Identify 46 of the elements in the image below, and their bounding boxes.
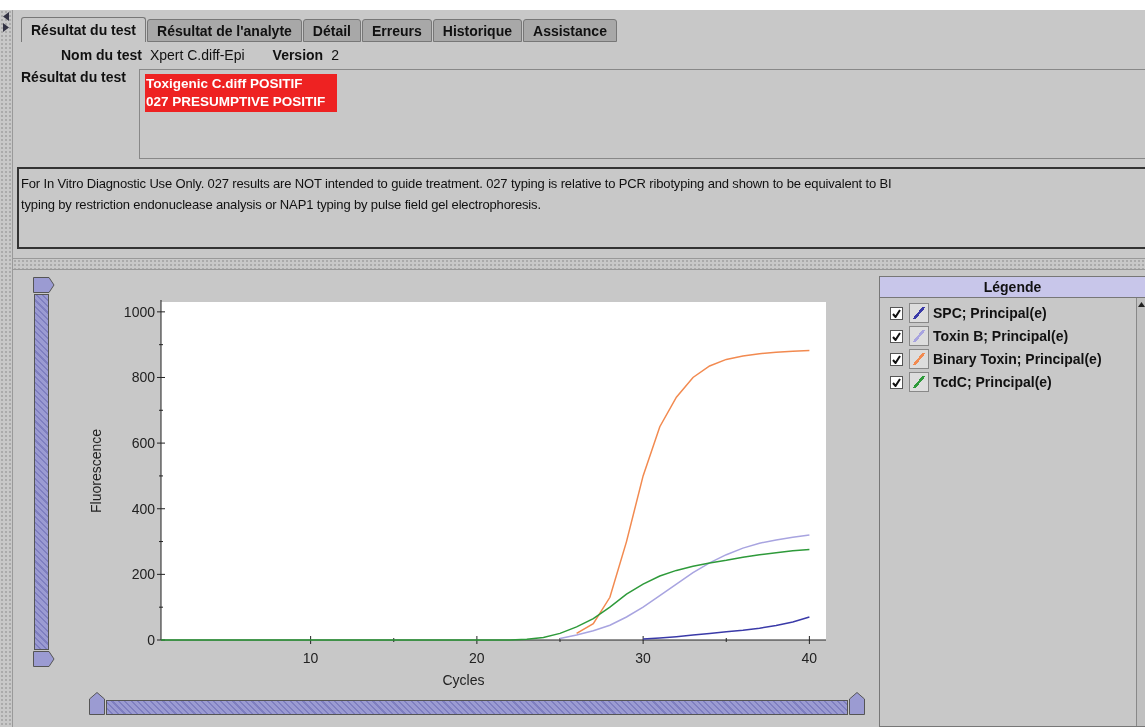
- collapse-left-icon[interactable]: [3, 12, 9, 21]
- field-label: Résultat du test: [21, 69, 126, 87]
- notice-text: For In Vitro Diagnostic Use Only. 027 results are NOT intended to guide treatment. 027 typing is relative to PCR ribotyping and shown to be equivalent to BI: [21, 175, 893, 193]
- notice-text: typing by restriction endonuclease analysis or NAP1 typing by pulse field gel electrophoresis.: [21, 196, 542, 214]
- x-axis-title: Cycles: [442, 672, 485, 688]
- vertical-zoom-slider[interactable]: [33, 277, 55, 667]
- checkbox[interactable]: [890, 375, 903, 389]
- y-tick-label: 200: [131, 566, 155, 583]
- x-tick-label: 20: [469, 650, 485, 666]
- legend-label: Binary Toxin; Principal(e): [933, 351, 1102, 367]
- y-tick-label: 400: [131, 500, 155, 517]
- tab[interactable]: Assistance: [523, 19, 617, 42]
- result-text: Toxigenic C.diff POSITIF: [146, 75, 304, 93]
- y-axis-title: Fluorescence: [88, 429, 104, 513]
- slider-thumb[interactable]: [33, 277, 55, 293]
- tab[interactable]: Résultat de l'analyte: [147, 19, 302, 42]
- legend-label: SPC; Principal(e): [933, 305, 1047, 321]
- y-tick-label: 800: [131, 369, 155, 386]
- checkbox[interactable]: [890, 352, 903, 366]
- field-label: Nom du test: [61, 47, 142, 63]
- legend-title: Légende: [880, 277, 1145, 298]
- horizontal-zoom-slider[interactable]: [89, 692, 865, 715]
- tab[interactable]: Détail: [302, 19, 361, 42]
- field-value: Xpert C.diff-Epi: [149, 47, 245, 63]
- checkbox[interactable]: [890, 306, 903, 320]
- tab[interactable]: Erreurs: [361, 19, 432, 42]
- field-label: Version: [272, 47, 324, 63]
- expand-right-icon[interactable]: [3, 23, 9, 32]
- legend-label: TcdC; Principal(e): [933, 374, 1052, 390]
- scroll-up-icon[interactable]: [1137, 302, 1145, 307]
- x-tick-label: 30: [635, 650, 651, 666]
- x-tick-label: 10: [302, 650, 319, 666]
- y-tick-label: 1000: [123, 303, 155, 320]
- slider-thumb[interactable]: [89, 692, 105, 715]
- y-tick-label: 600: [131, 435, 155, 452]
- result-text: 027 PRESUMPTIVE POSITIF: [146, 93, 326, 111]
- scrollbar[interactable]: [1136, 298, 1145, 726]
- field-value: 2: [331, 47, 339, 63]
- slider-thumb[interactable]: [33, 651, 55, 667]
- x-tick-label: 40: [801, 650, 818, 666]
- checkbox[interactable]: [890, 329, 903, 343]
- y-tick-label: 0: [147, 632, 155, 648]
- legend-label: Toxin B; Principal(e): [933, 328, 1069, 344]
- slider-thumb[interactable]: [849, 692, 865, 715]
- tab[interactable]: Résultat du test: [21, 17, 146, 42]
- tab[interactable]: Historique: [432, 19, 522, 42]
